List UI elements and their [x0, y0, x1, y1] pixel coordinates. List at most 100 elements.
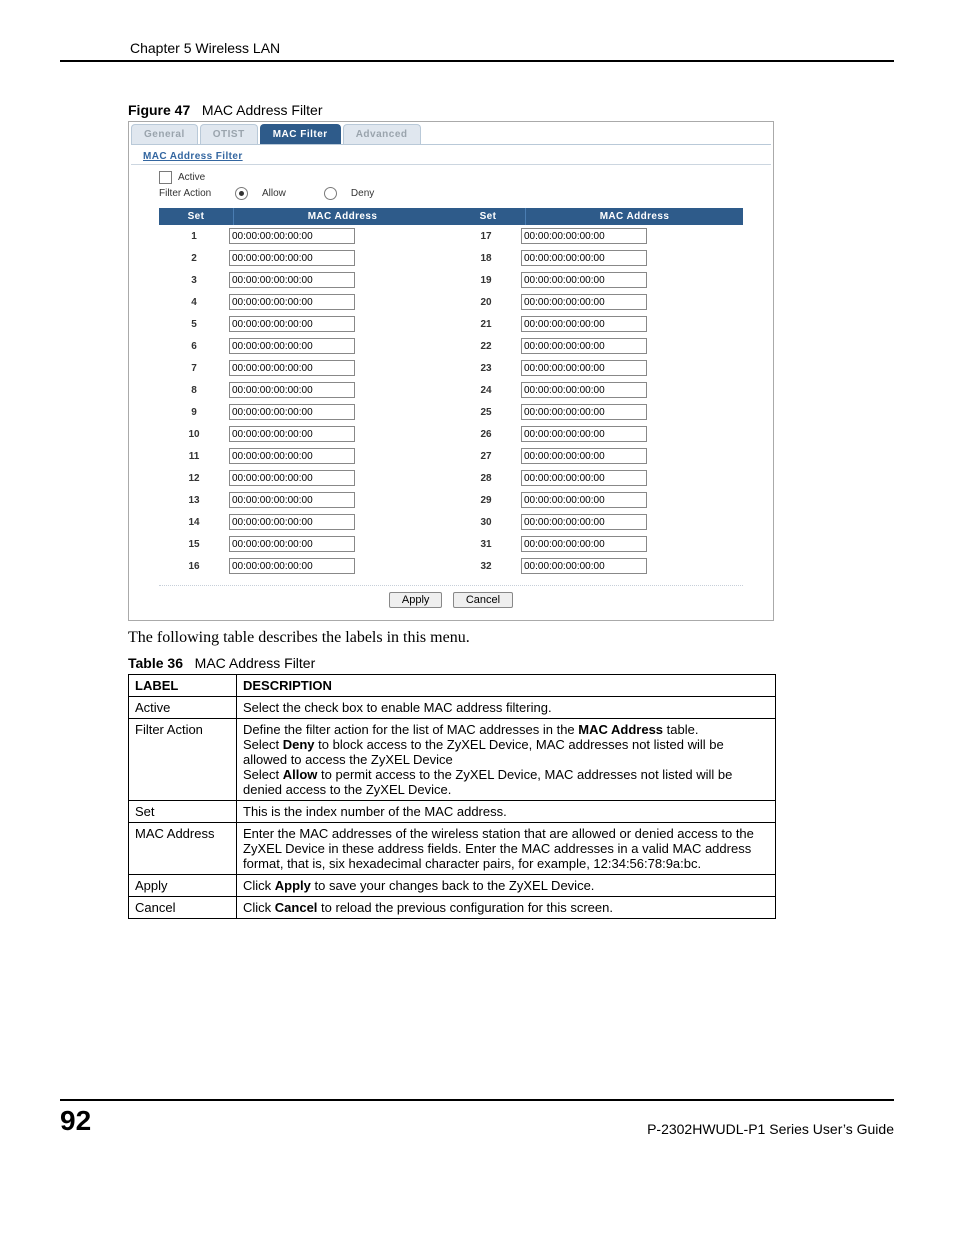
mac-address-input[interactable]	[521, 294, 647, 310]
mac-row: 2	[159, 247, 451, 269]
mac-set-index: 16	[159, 561, 229, 572]
mac-address-input[interactable]	[229, 514, 355, 530]
mac-address-input[interactable]	[521, 338, 647, 354]
mac-row: 12	[159, 467, 451, 489]
mac-set-index: 6	[159, 341, 229, 352]
col-header-mac: MAC Address	[526, 208, 743, 225]
mac-set-index: 22	[451, 341, 521, 352]
mac-set-index: 12	[159, 473, 229, 484]
mac-row: 3	[159, 269, 451, 291]
mac-set-index: 19	[451, 275, 521, 286]
tab-otist[interactable]: OTIST	[200, 124, 258, 144]
mac-row: 9	[159, 401, 451, 423]
active-checkbox[interactable]	[159, 171, 172, 184]
mac-set-index: 23	[451, 363, 521, 374]
mac-row: 17	[451, 225, 743, 247]
mac-address-input[interactable]	[229, 426, 355, 442]
mac-address-input[interactable]	[229, 294, 355, 310]
chapter-header: Chapter 5 Wireless LAN	[60, 40, 894, 62]
mac-address-input[interactable]	[521, 448, 647, 464]
table-label: Table 36	[128, 655, 183, 671]
mac-set-index: 9	[159, 407, 229, 418]
mac-set-index: 13	[159, 495, 229, 506]
mac-set-index: 25	[451, 407, 521, 418]
apply-button[interactable]: Apply	[389, 592, 443, 608]
mac-address-input[interactable]	[229, 558, 355, 574]
deny-label: Deny	[351, 188, 374, 199]
tab-general[interactable]: General	[131, 124, 198, 144]
tab-mac-filter[interactable]: MAC Filter	[260, 124, 341, 144]
table-row: Apply Click Apply to save your changes b…	[129, 875, 776, 897]
mac-address-input[interactable]	[229, 492, 355, 508]
mac-row: 28	[451, 467, 743, 489]
radio-deny[interactable]	[324, 187, 337, 200]
col-header-set: Set	[451, 208, 526, 225]
mac-address-input[interactable]	[229, 536, 355, 552]
mac-set-index: 1	[159, 231, 229, 242]
mac-address-input[interactable]	[229, 470, 355, 486]
cell-label: Filter Action	[129, 719, 237, 801]
mac-row: 25	[451, 401, 743, 423]
mac-address-input[interactable]	[521, 316, 647, 332]
page-number: 92	[60, 1105, 91, 1137]
mac-row: 19	[451, 269, 743, 291]
mac-set-index: 30	[451, 517, 521, 528]
mac-address-input[interactable]	[521, 228, 647, 244]
mac-set-index: 11	[159, 451, 229, 462]
cancel-button[interactable]: Cancel	[453, 592, 513, 608]
mac-address-input[interactable]	[521, 382, 647, 398]
mac-row: 10	[159, 423, 451, 445]
mac-set-index: 17	[451, 231, 521, 242]
mac-set-index: 31	[451, 539, 521, 550]
radio-allow[interactable]	[235, 187, 248, 200]
col-header-mac: MAC Address	[234, 208, 451, 225]
mac-set-index: 26	[451, 429, 521, 440]
mac-address-input[interactable]	[521, 470, 647, 486]
figure-title: MAC Address Filter	[202, 102, 323, 118]
mac-address-input[interactable]	[521, 404, 647, 420]
mac-address-input[interactable]	[229, 404, 355, 420]
mac-row: 23	[451, 357, 743, 379]
mac-row: 24	[451, 379, 743, 401]
mac-address-input[interactable]	[229, 228, 355, 244]
mac-address-input[interactable]	[521, 360, 647, 376]
cell-label: MAC Address	[129, 823, 237, 875]
mac-set-index: 32	[451, 561, 521, 572]
mac-set-index: 5	[159, 319, 229, 330]
mac-address-input[interactable]	[229, 360, 355, 376]
mac-address-input[interactable]	[229, 316, 355, 332]
mac-row: 6	[159, 335, 451, 357]
mac-address-input[interactable]	[229, 272, 355, 288]
mac-row: 26	[451, 423, 743, 445]
mac-set-index: 14	[159, 517, 229, 528]
cell-label: Cancel	[129, 897, 237, 919]
mac-row: 15	[159, 533, 451, 555]
mac-set-index: 20	[451, 297, 521, 308]
mac-row: 22	[451, 335, 743, 357]
mac-address-input[interactable]	[229, 338, 355, 354]
screenshot-panel: General OTIST MAC Filter Advanced MAC Ad…	[128, 121, 774, 621]
tab-advanced[interactable]: Advanced	[343, 124, 421, 144]
table-title: MAC Address Filter	[195, 655, 316, 671]
mac-row: 21	[451, 313, 743, 335]
table-row: MAC Address Enter the MAC addresses of t…	[129, 823, 776, 875]
filter-action-label: Filter Action	[159, 188, 221, 199]
mac-address-input[interactable]	[521, 558, 647, 574]
intro-paragraph: The following table describes the labels…	[128, 629, 894, 647]
mac-address-input[interactable]	[521, 514, 647, 530]
mac-row: 4	[159, 291, 451, 313]
mac-address-input[interactable]	[521, 492, 647, 508]
mac-address-input[interactable]	[229, 448, 355, 464]
mac-set-index: 21	[451, 319, 521, 330]
mac-address-input[interactable]	[229, 250, 355, 266]
mac-address-input[interactable]	[521, 536, 647, 552]
active-label: Active	[178, 172, 205, 183]
mac-set-index: 7	[159, 363, 229, 374]
mac-address-input[interactable]	[521, 272, 647, 288]
table-row: Filter Action Define the filter action f…	[129, 719, 776, 801]
mac-address-input[interactable]	[521, 426, 647, 442]
allow-label: Allow	[262, 188, 286, 199]
mac-row: 14	[159, 511, 451, 533]
mac-address-input[interactable]	[229, 382, 355, 398]
mac-address-input[interactable]	[521, 250, 647, 266]
